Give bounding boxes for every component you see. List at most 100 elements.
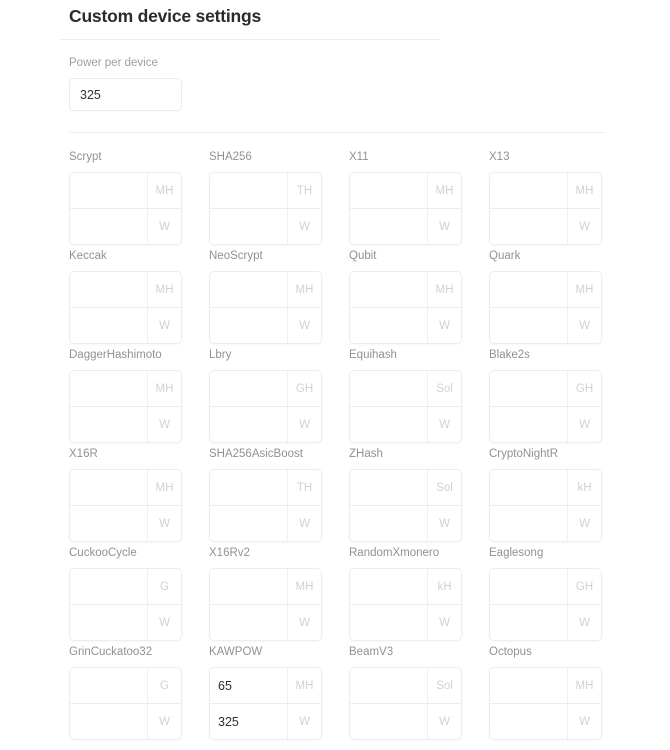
hashrate-input[interactable] <box>210 470 287 505</box>
power-input[interactable] <box>350 704 427 739</box>
power-row[interactable]: W <box>489 307 602 344</box>
hashrate-input[interactable] <box>210 272 287 307</box>
power-row[interactable]: W <box>69 505 182 542</box>
hashrate-row[interactable]: G <box>69 568 182 604</box>
power-input[interactable] <box>490 407 567 442</box>
power-row[interactable]: W <box>69 604 182 641</box>
hashrate-input[interactable] <box>210 668 287 703</box>
hashrate-row[interactable]: Sol <box>349 469 462 505</box>
hashrate-input[interactable] <box>70 569 147 604</box>
hashrate-row[interactable]: MH <box>69 271 182 307</box>
power-input[interactable] <box>490 308 567 343</box>
power-input[interactable] <box>210 605 287 640</box>
hashrate-row[interactable]: MH <box>489 172 602 208</box>
hashrate-row[interactable]: MH <box>489 271 602 307</box>
power-row[interactable]: W <box>489 208 602 245</box>
power-input[interactable] <box>490 605 567 640</box>
hashrate-row[interactable]: MH <box>69 172 182 208</box>
power-input[interactable] <box>350 209 427 244</box>
algorithm-cell: KAWPOW MHW <box>209 645 333 740</box>
power-input[interactable] <box>70 308 147 343</box>
hashrate-row[interactable]: MH <box>69 469 182 505</box>
hashrate-row[interactable]: MH <box>349 172 462 208</box>
hashrate-row[interactable]: TH <box>209 469 322 505</box>
hashrate-row[interactable]: MH <box>209 271 322 307</box>
power-row[interactable]: W <box>69 307 182 344</box>
hashrate-row[interactable]: Sol <box>349 667 462 703</box>
hashrate-row[interactable]: TH <box>209 172 322 208</box>
hashrate-input[interactable] <box>70 272 147 307</box>
power-input[interactable] <box>70 506 147 541</box>
hashrate-row[interactable]: MH <box>489 667 602 703</box>
power-input[interactable] <box>350 605 427 640</box>
power-row[interactable]: W <box>349 406 462 443</box>
hashrate-row[interactable]: Sol <box>349 370 462 406</box>
power-row[interactable]: W <box>209 604 322 641</box>
power-row[interactable]: W <box>69 406 182 443</box>
power-per-device-field[interactable] <box>69 78 182 111</box>
hashrate-input[interactable] <box>350 569 427 604</box>
power-input[interactable] <box>210 506 287 541</box>
power-row[interactable]: W <box>209 307 322 344</box>
hashrate-input[interactable] <box>350 272 427 307</box>
power-row[interactable]: W <box>489 703 602 740</box>
hashrate-input[interactable] <box>350 470 427 505</box>
hashrate-input[interactable] <box>350 371 427 406</box>
power-input[interactable] <box>210 704 287 739</box>
power-row[interactable]: W <box>349 703 462 740</box>
power-row[interactable]: W <box>209 208 322 245</box>
power-input[interactable] <box>210 407 287 442</box>
power-input[interactable] <box>490 209 567 244</box>
hashrate-input[interactable] <box>350 173 427 208</box>
power-row[interactable]: W <box>349 208 462 245</box>
power-row[interactable]: W <box>489 604 602 641</box>
power-input[interactable] <box>350 308 427 343</box>
power-input[interactable] <box>210 209 287 244</box>
power-row[interactable]: W <box>349 604 462 641</box>
power-row[interactable]: W <box>209 406 322 443</box>
hashrate-row[interactable]: GH <box>489 568 602 604</box>
hashrate-input[interactable] <box>350 668 427 703</box>
hashrate-input[interactable] <box>490 569 567 604</box>
hashrate-input[interactable] <box>490 371 567 406</box>
hashrate-input[interactable] <box>490 173 567 208</box>
hashrate-row[interactable]: MH <box>349 271 462 307</box>
hashrate-input[interactable] <box>70 173 147 208</box>
hashrate-input[interactable] <box>70 371 147 406</box>
power-per-device-input[interactable] <box>69 78 182 111</box>
power-input[interactable] <box>70 407 147 442</box>
power-row[interactable]: W <box>69 703 182 740</box>
hashrate-input[interactable] <box>210 173 287 208</box>
hashrate-input[interactable] <box>210 371 287 406</box>
power-input[interactable] <box>70 605 147 640</box>
algorithm-cell: Equihash Sol W <box>349 348 473 443</box>
hashrate-row[interactable]: MH <box>209 667 322 703</box>
hashrate-input[interactable] <box>490 272 567 307</box>
hashrate-row[interactable]: GH <box>209 370 322 406</box>
power-input[interactable] <box>210 308 287 343</box>
power-input[interactable] <box>490 704 567 739</box>
power-input[interactable] <box>70 209 147 244</box>
hashrate-row[interactable]: MH <box>209 568 322 604</box>
power-row[interactable]: W <box>209 505 322 542</box>
power-row[interactable]: W <box>489 406 602 443</box>
power-row[interactable]: W <box>349 505 462 542</box>
hashrate-input[interactable] <box>490 668 567 703</box>
hashrate-input[interactable] <box>210 569 287 604</box>
power-input[interactable] <box>70 704 147 739</box>
hashrate-row[interactable]: MH <box>69 370 182 406</box>
power-input[interactable] <box>350 407 427 442</box>
hashrate-row[interactable]: kH <box>349 568 462 604</box>
hashrate-input[interactable] <box>490 470 567 505</box>
power-row[interactable]: W <box>349 307 462 344</box>
hashrate-input[interactable] <box>70 470 147 505</box>
hashrate-row[interactable]: GH <box>489 370 602 406</box>
power-row[interactable]: W <box>69 208 182 245</box>
power-input[interactable] <box>350 506 427 541</box>
power-row[interactable]: W <box>209 703 322 740</box>
hashrate-row[interactable]: G <box>69 667 182 703</box>
power-row[interactable]: W <box>489 505 602 542</box>
hashrate-input[interactable] <box>70 668 147 703</box>
hashrate-row[interactable]: kH <box>489 469 602 505</box>
power-input[interactable] <box>490 506 567 541</box>
